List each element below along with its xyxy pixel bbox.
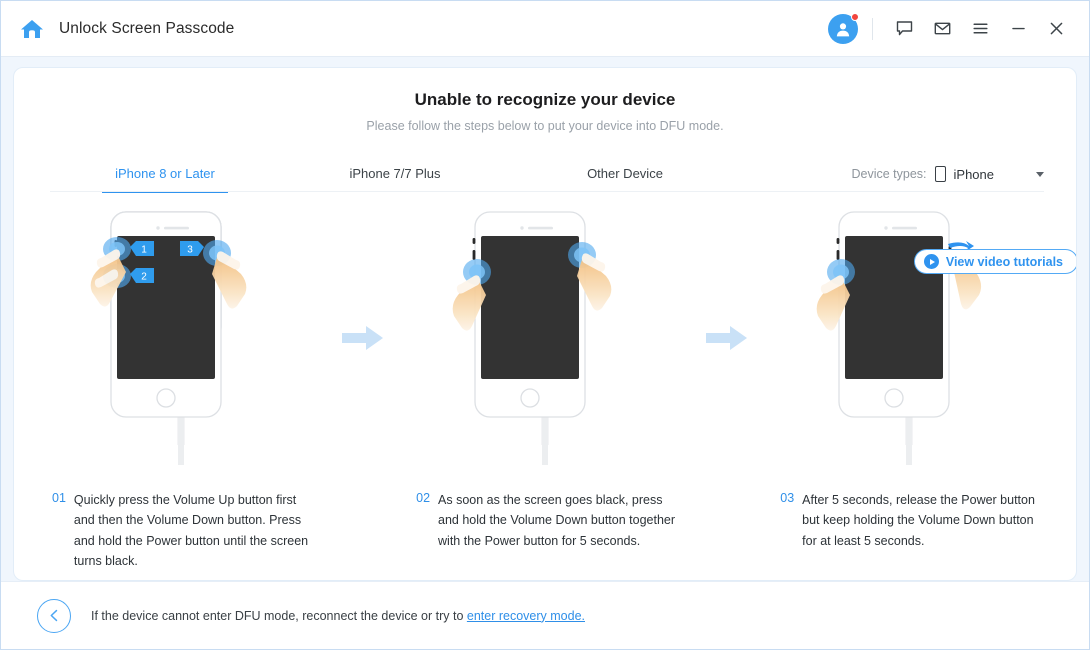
content-card: Unable to recognize your device Please f… bbox=[13, 67, 1077, 581]
device-types-label: Device types: bbox=[851, 167, 927, 181]
enter-recovery-mode-link[interactable]: enter recovery mode. bbox=[467, 609, 585, 623]
device-types-value: iPhone bbox=[953, 166, 994, 182]
titlebar-actions bbox=[828, 10, 1075, 48]
user-avatar[interactable] bbox=[828, 12, 859, 44]
arrow-2-3 bbox=[692, 200, 762, 351]
tab-list: iPhone 8 or Later iPhone 7/7 Plus Other … bbox=[50, 152, 740, 193]
step-description-2: As soon as the screen goes black, press … bbox=[438, 493, 676, 548]
title-bar: Unlock Screen Passcode bbox=[1, 1, 1089, 57]
notification-dot bbox=[851, 12, 859, 21]
footer-bar: If the device cannot enter DFU mode, rec… bbox=[1, 581, 1089, 649]
step-description-1: Quickly press the Volume Up button first… bbox=[73, 493, 309, 568]
tab-iphone-8-or-later[interactable]: iPhone 8 or Later bbox=[50, 166, 280, 193]
back-arrow-icon bbox=[50, 609, 57, 622]
device-types-selector[interactable]: Device types: iPhone bbox=[851, 166, 1044, 192]
page-title: Unable to recognize your device bbox=[414, 90, 676, 109]
right-arrow-icon bbox=[706, 326, 748, 350]
page-subtitle: Please follow the steps below to put you… bbox=[366, 119, 724, 133]
close-button[interactable] bbox=[1037, 10, 1075, 48]
app-title: Unlock Screen Passcode bbox=[59, 19, 235, 37]
feedback-button[interactable] bbox=[885, 10, 923, 48]
arrow-1-2 bbox=[328, 200, 398, 351]
tabs-underline bbox=[50, 191, 1044, 192]
step-text-3: 03 After 5 seconds, release the Power bu… bbox=[762, 490, 1056, 571]
step-illustration-3 bbox=[762, 200, 1056, 480]
tab-other-device[interactable]: Other Device bbox=[510, 166, 740, 192]
step-description-3: After 5 seconds, release the Power butto… bbox=[802, 493, 1035, 548]
step-number-3: 03 bbox=[780, 491, 795, 505]
back-button[interactable] bbox=[37, 598, 71, 633]
right-arrow-icon bbox=[341, 326, 383, 350]
footer-message: If the device cannot enter DFU mode, rec… bbox=[91, 609, 585, 623]
chevron-down-icon[interactable] bbox=[1036, 171, 1044, 177]
footer-message-text: If the device cannot enter DFU mode, rec… bbox=[91, 608, 467, 623]
titlebar-divider bbox=[872, 17, 873, 40]
main-stage: Unable to recognize your device Please f… bbox=[1, 57, 1089, 581]
iphone-illustration-3 bbox=[816, 211, 982, 465]
step-text-gap-1 bbox=[328, 490, 398, 571]
tab-iphone-7[interactable]: iPhone 7/7 Plus bbox=[280, 166, 510, 192]
step-text-gap-2 bbox=[692, 490, 762, 571]
view-video-tutorials-label: View video tutorials bbox=[945, 254, 1063, 269]
step-illustration-2 bbox=[398, 200, 692, 480]
app-window: Unlock Screen Passcode Unable to recogni… bbox=[0, 0, 1090, 650]
iphone-illustration-1: 1 2 3 bbox=[90, 211, 247, 465]
home-icon[interactable] bbox=[19, 16, 45, 42]
steps-text: 01 Quickly press the Volume Up button fi… bbox=[14, 490, 1076, 571]
view-video-tutorials-button[interactable]: View video tutorials bbox=[913, 249, 1076, 274]
step-illustration-1: 1 2 3 bbox=[34, 200, 328, 480]
iphone-illustration-2 bbox=[452, 211, 612, 465]
mail-button[interactable] bbox=[923, 10, 961, 48]
step-text-1: 01 Quickly press the Volume Up button fi… bbox=[34, 490, 328, 571]
step-text-2: 02 As soon as the screen goes black, pre… bbox=[398, 490, 692, 571]
tabs-row: iPhone 8 or Later iPhone 7/7 Plus Other … bbox=[14, 152, 1076, 193]
steps-illustrations: 1 2 3 bbox=[14, 200, 1076, 480]
svg-text:2: 2 bbox=[141, 272, 147, 283]
svg-text:1: 1 bbox=[141, 245, 147, 256]
step-number-2: 02 bbox=[416, 491, 431, 505]
menu-button[interactable] bbox=[961, 10, 999, 48]
phone-icon bbox=[934, 166, 946, 182]
play-circle-icon bbox=[923, 254, 939, 269]
minimize-button[interactable] bbox=[999, 10, 1037, 48]
svg-text:3: 3 bbox=[187, 245, 193, 256]
step-number-1: 01 bbox=[52, 491, 66, 505]
